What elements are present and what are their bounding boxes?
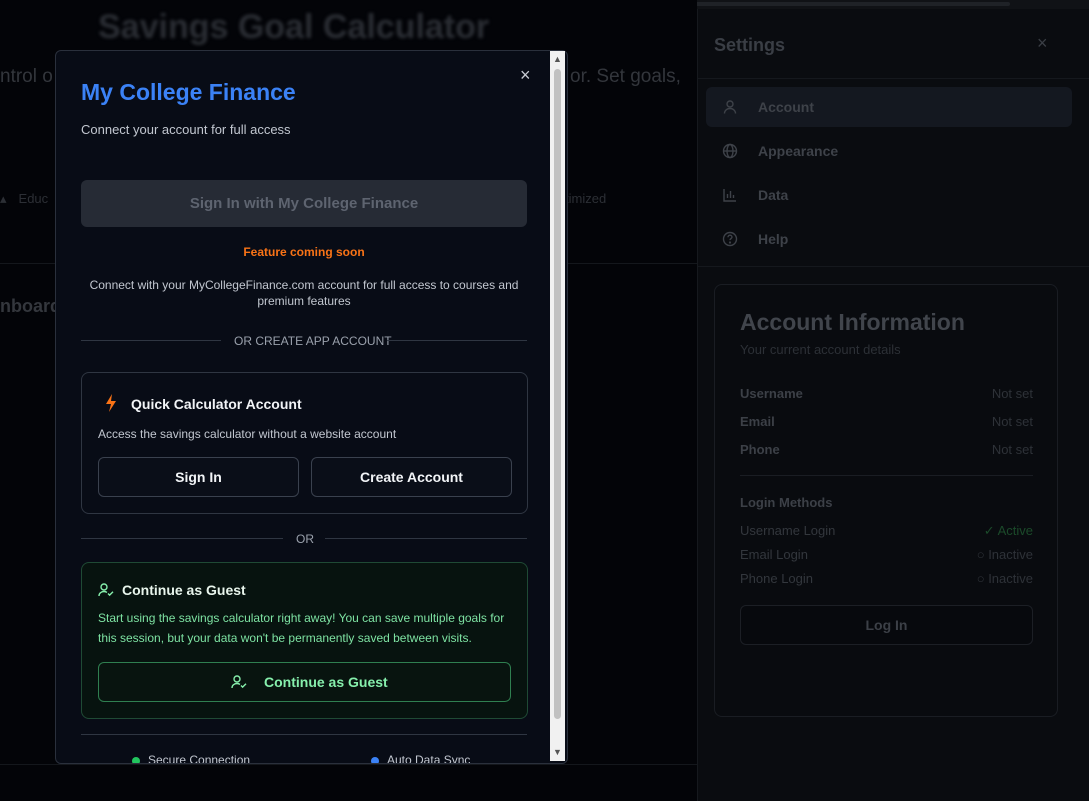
login-methods-title: Login Methods bbox=[740, 495, 833, 510]
status-label: Secure Connection bbox=[148, 753, 251, 764]
divider bbox=[81, 734, 527, 735]
quick-card-title: Quick Calculator Account bbox=[131, 396, 302, 412]
coming-soon-notice: Feature coming soon bbox=[243, 245, 365, 259]
nav-label: Appearance bbox=[758, 143, 839, 159]
close-icon[interactable]: × bbox=[520, 65, 531, 86]
auto-data-sync-status: Auto Data Sync bbox=[371, 753, 471, 764]
scroll-down-arrow-icon[interactable]: ▼ bbox=[553, 748, 562, 757]
quick-card-subtitle: Access the savings calculator without a … bbox=[98, 427, 397, 441]
divider-label: OR CREATE APP ACCOUNT bbox=[234, 334, 392, 348]
nav-item-account[interactable]: Account bbox=[706, 87, 1072, 127]
modal-scrollbar[interactable]: ▲ ▼ bbox=[550, 51, 565, 761]
scroll-up-arrow-icon[interactable]: ▲ bbox=[553, 55, 562, 64]
modal-subtitle: Connect your account for full access bbox=[81, 122, 291, 137]
account-info-card: Account Information Your current account… bbox=[714, 284, 1058, 717]
nav-label: Help bbox=[758, 231, 789, 247]
connect-description: Connect with your MyCollegeFinance.com a… bbox=[89, 278, 519, 308]
settings-title: Settings bbox=[714, 35, 786, 55]
modal-title: My College Finance bbox=[81, 79, 296, 105]
status-badge: ✓ Active bbox=[983, 523, 1033, 538]
field-label: Username bbox=[740, 386, 803, 401]
continue-as-guest-label: Continue as Guest bbox=[264, 674, 388, 690]
create-account-button[interactable]: Create Account bbox=[311, 457, 512, 497]
user-icon bbox=[723, 100, 737, 114]
divider bbox=[698, 266, 1089, 267]
education-label: Educ bbox=[18, 191, 49, 206]
bar-chart-icon bbox=[723, 189, 736, 202]
optimized-badge: timized bbox=[565, 191, 607, 206]
divider bbox=[698, 78, 1089, 79]
status-badge: ○ Inactive bbox=[976, 547, 1033, 562]
sign-in-mcf-label: Sign In with My College Finance bbox=[189, 195, 419, 212]
field-label: Email bbox=[740, 414, 775, 429]
nav-label: Account bbox=[758, 99, 814, 115]
divider bbox=[81, 340, 221, 341]
status-label: Auto Data Sync bbox=[387, 753, 471, 764]
account-info-subtitle: Your current account details bbox=[740, 342, 901, 357]
quick-calculator-card: Quick Calculator Account Access the savi… bbox=[81, 372, 528, 514]
login-modal: × My College Finance Connect your accoun… bbox=[55, 50, 568, 764]
divider bbox=[325, 538, 527, 539]
field-value: Not set bbox=[991, 414, 1033, 429]
nav-label: Data bbox=[758, 187, 789, 203]
help-circle-icon bbox=[722, 231, 738, 247]
graduation-cap-icon: ▴ bbox=[0, 191, 7, 206]
guest-card: Continue as Guest Start using the saving… bbox=[81, 562, 528, 719]
status-badge: ○ Inactive bbox=[976, 571, 1033, 586]
status-dot-green bbox=[132, 756, 140, 763]
sign-in-mcf-button[interactable]: Sign In with My College Finance bbox=[81, 180, 527, 227]
globe-icon bbox=[722, 143, 738, 159]
continue-as-guest-button[interactable]: Continue as Guest bbox=[98, 662, 511, 702]
log-in-label: Log In bbox=[865, 617, 908, 633]
login-method-label: Email Login bbox=[740, 547, 808, 562]
create-account-label: Create Account bbox=[360, 469, 463, 485]
divider bbox=[740, 475, 1033, 476]
login-method-label: Username Login bbox=[740, 523, 836, 538]
user-check-icon bbox=[231, 675, 247, 689]
dashboard-heading: nboard bbox=[0, 296, 61, 316]
field-label: Phone bbox=[740, 442, 780, 457]
intro-text-right: or. Set goals, bbox=[570, 66, 681, 87]
sign-in-button[interactable]: Sign In bbox=[98, 457, 299, 497]
nav-item-data[interactable]: Data bbox=[706, 175, 1072, 215]
education-badge: ▴ Educ bbox=[0, 191, 48, 207]
status-dot-blue bbox=[371, 756, 379, 763]
field-value: Not set bbox=[991, 386, 1033, 401]
guest-card-title: Continue as Guest bbox=[122, 582, 246, 598]
close-icon[interactable]: × bbox=[1037, 33, 1048, 54]
nav-item-help[interactable]: Help bbox=[706, 219, 1072, 259]
secure-connection-status: Secure Connection bbox=[132, 753, 251, 764]
log-in-button[interactable]: Log In bbox=[740, 605, 1033, 645]
scrollbar-thumb[interactable] bbox=[554, 69, 561, 719]
divider-label: OR bbox=[296, 532, 314, 546]
guest-card-text: Start using the savings calculator right… bbox=[98, 611, 505, 645]
page-title: Savings Goal Calculator bbox=[98, 8, 490, 46]
settings-panel: Settings × Account Appearance Data Help … bbox=[697, 9, 1089, 801]
login-method-label: Phone Login bbox=[740, 571, 814, 586]
divider bbox=[387, 340, 527, 341]
intro-text-left: ntrol o bbox=[0, 66, 53, 87]
divider bbox=[81, 538, 283, 539]
divider bbox=[0, 764, 697, 765]
sign-in-label: Sign In bbox=[175, 469, 222, 485]
lightning-icon bbox=[106, 394, 116, 412]
account-info-title: Account Information bbox=[740, 309, 965, 335]
nav-item-appearance[interactable]: Appearance bbox=[706, 131, 1072, 171]
field-value: Not set bbox=[991, 442, 1033, 457]
user-check-icon bbox=[98, 583, 114, 597]
